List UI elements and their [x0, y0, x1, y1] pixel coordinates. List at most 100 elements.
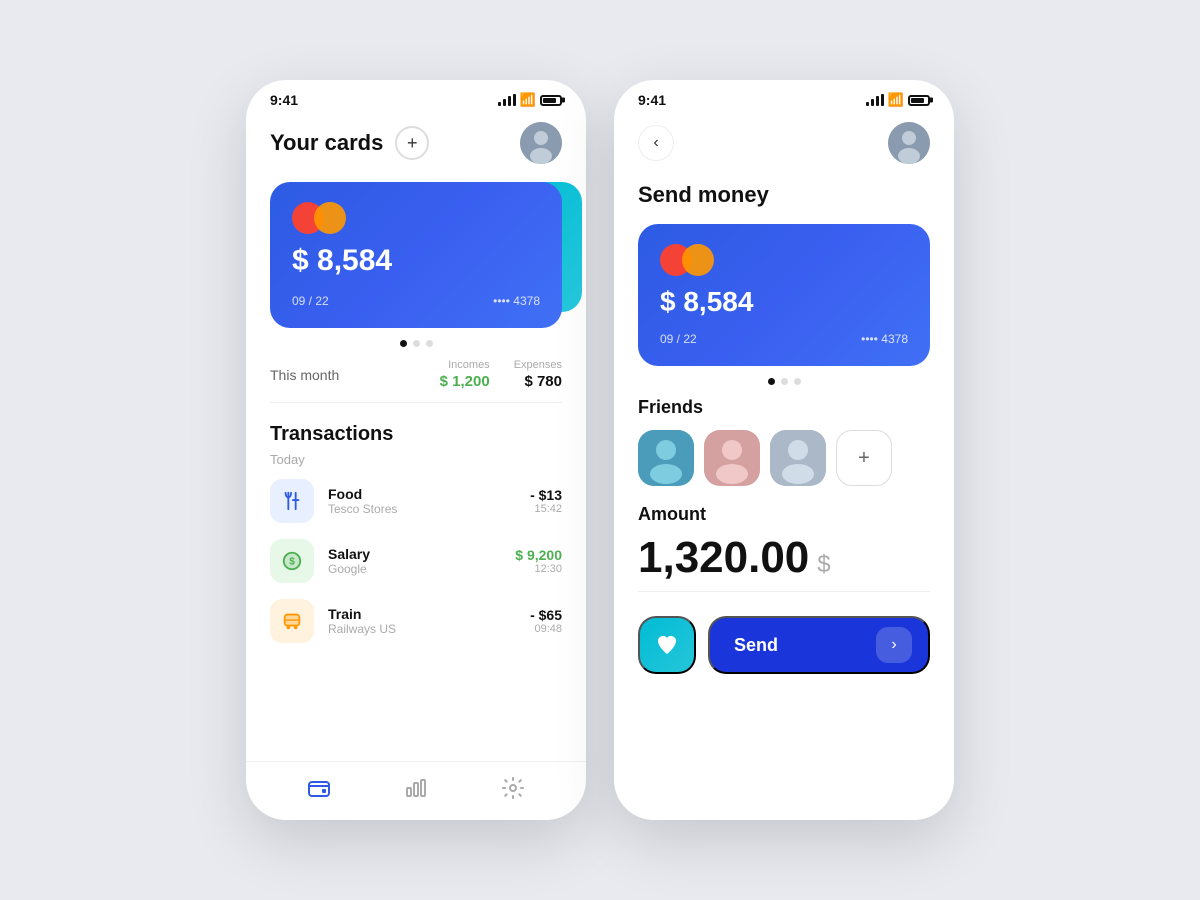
stats-group: Incomes $ 1,200 Expenses $ 780 — [440, 359, 562, 390]
screen1-header: Your cards + — [270, 122, 562, 164]
txn-train-right: - $65 09:48 — [530, 607, 562, 635]
incomes-label: Incomes — [440, 359, 490, 371]
amount-row: 1,320.00 $ — [638, 533, 930, 592]
expenses-stat: Expenses $ 780 — [514, 359, 562, 390]
stats-period: This month — [270, 367, 339, 383]
txn-train-info: Train Railways US — [328, 606, 516, 636]
incomes-value: $ 1,200 — [440, 373, 490, 390]
wallet-icon — [307, 776, 331, 800]
status-icons-2: 📶 — [866, 92, 930, 108]
txn-food-name: Food — [328, 486, 516, 502]
txn-salary-info: Salary Google — [328, 546, 501, 576]
add-card-button[interactable]: + — [395, 126, 429, 160]
status-icons-1: 📶 — [498, 92, 562, 108]
send-card-amount: $ 8,584 — [660, 286, 908, 318]
card-indicator — [270, 340, 562, 347]
amount-section: Amount 1,320.00 $ — [638, 504, 930, 592]
friends-row: + — [638, 430, 930, 486]
txn-train-name: Train — [328, 606, 516, 622]
love-button[interactable] — [638, 616, 696, 674]
stats-row: This month Incomes $ 1,200 Expenses $ 78… — [270, 359, 562, 403]
send-btn-label: Send — [734, 635, 778, 656]
txn-food-time: 15:42 — [530, 503, 562, 515]
status-time-1: 9:41 — [270, 92, 298, 108]
expenses-label: Expenses — [514, 359, 562, 371]
txn-train-merchant: Railways US — [328, 622, 516, 636]
send-card-bottom: 09 / 22 •••• 4378 — [660, 332, 908, 346]
txn-train-time: 09:48 — [530, 623, 562, 635]
phone-screen-1: 9:41 📶 Your cards + — [246, 80, 586, 820]
amount-value: 1,320.00 — [638, 533, 809, 583]
card-indicator-2 — [638, 378, 930, 385]
card-amount-1: $ 8,584 — [292, 244, 540, 278]
cards-container: $ 8,584 09 / 22 •••• 4378 VISA 09 / 25 — [270, 182, 562, 328]
transactions-subtitle: Today — [270, 452, 562, 467]
signal-icon — [498, 94, 516, 106]
dot-5[interactable] — [781, 378, 788, 385]
dot-3[interactable] — [426, 340, 433, 347]
friends-section: Friends — [638, 397, 930, 486]
page-title-1: Your cards — [270, 130, 383, 156]
phone-screen-2: 9:41 📶 ‹ — [614, 80, 954, 820]
screen2-header: ‹ — [638, 122, 930, 164]
txn-food-right: - $13 15:42 — [530, 487, 562, 515]
signal-icon-2 — [866, 94, 884, 106]
txn-food-merchant: Tesco Stores — [328, 502, 516, 516]
wifi-icon-2: 📶 — [888, 92, 904, 108]
amount-title: Amount — [638, 504, 930, 525]
friend-avatar-2[interactable] — [704, 430, 760, 486]
nav-chart[interactable] — [404, 776, 428, 800]
friend-avatar-1[interactable] — [638, 430, 694, 486]
txn-salary-time: 12:30 — [515, 563, 562, 575]
main-card[interactable]: $ 8,584 09 / 22 •••• 4378 — [270, 182, 562, 328]
send-arrow-icon: › — [876, 627, 912, 663]
chart-icon — [404, 776, 428, 800]
txn-salary-amount: $ 9,200 — [515, 547, 562, 563]
table-row[interactable]: Train Railways US - $65 09:48 — [270, 599, 562, 643]
send-card-number: •••• 4378 — [861, 332, 908, 346]
phone-2-content: ‹ Send money $ 8,584 — [614, 114, 954, 820]
card-number-1: •••• 4378 — [493, 294, 540, 308]
send-card-date: 09 / 22 — [660, 332, 697, 346]
txn-train-amount: - $65 — [530, 607, 562, 623]
salary-icon: $ — [270, 539, 314, 583]
phone-1-content: Your cards + — [246, 114, 586, 761]
card-date-1: 09 / 22 — [292, 294, 329, 308]
action-row: Send › — [638, 616, 930, 674]
avatar-1[interactable] — [520, 122, 562, 164]
avatar-2[interactable] — [888, 122, 930, 164]
add-friend-button[interactable]: + — [836, 430, 892, 486]
dot-1[interactable] — [400, 340, 407, 347]
incomes-stat: Incomes $ 1,200 — [440, 359, 490, 390]
table-row[interactable]: Food Tesco Stores - $13 15:42 — [270, 479, 562, 523]
status-bar-1: 9:41 📶 — [246, 80, 586, 114]
mastercard-logo-2 — [660, 244, 908, 276]
battery-icon — [540, 95, 562, 106]
dot-2[interactable] — [413, 340, 420, 347]
train-icon — [270, 599, 314, 643]
card-bottom-1: 09 / 22 •••• 4378 — [292, 294, 540, 308]
send-money-title: Send money — [638, 182, 930, 208]
dot-6[interactable] — [794, 378, 801, 385]
nav-settings[interactable] — [501, 776, 525, 800]
friend-avatar-3[interactable] — [770, 430, 826, 486]
dot-4[interactable] — [768, 378, 775, 385]
send-button[interactable]: Send › — [708, 616, 930, 674]
wifi-icon: 📶 — [520, 92, 536, 108]
txn-salary-name: Salary — [328, 546, 501, 562]
status-bar-2: 9:41 📶 — [614, 80, 954, 114]
heart-icon — [655, 633, 679, 657]
food-icon — [270, 479, 314, 523]
header-left: Your cards + — [270, 126, 429, 160]
txn-salary-right: $ 9,200 12:30 — [515, 547, 562, 575]
table-row[interactable]: $ Salary Google $ 9,200 12:30 — [270, 539, 562, 583]
battery-icon-2 — [908, 95, 930, 106]
back-button[interactable]: ‹ — [638, 125, 674, 161]
send-card[interactable]: $ 8,584 09 / 22 •••• 4378 — [638, 224, 930, 366]
txn-food-info: Food Tesco Stores — [328, 486, 516, 516]
nav-wallet[interactable] — [307, 776, 331, 800]
gear-icon — [501, 776, 525, 800]
txn-food-amount: - $13 — [530, 487, 562, 503]
transactions-title: Transactions — [270, 423, 562, 446]
screens-container: 9:41 📶 Your cards + — [206, 40, 994, 860]
